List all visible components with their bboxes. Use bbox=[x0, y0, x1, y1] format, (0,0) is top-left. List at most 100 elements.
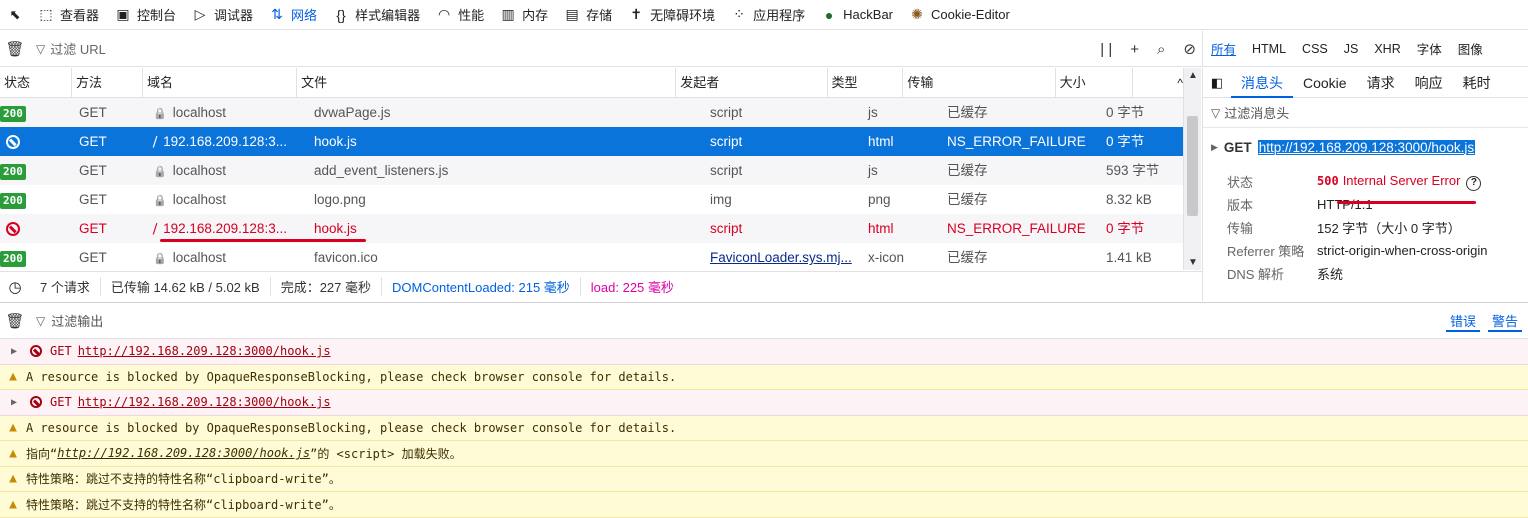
details-tab[interactable]: 消息头 bbox=[1231, 68, 1293, 98]
console-panel: 🗑 ▽ 过滤输出 错误 警告 ▶ GET http://192.168.209.128… bbox=[0, 302, 1528, 518]
domain-text: localhost bbox=[172, 163, 226, 178]
column-header[interactable]: 方法 bbox=[72, 67, 143, 98]
error-icon bbox=[30, 396, 42, 409]
pause-icon[interactable]: | | bbox=[1100, 41, 1112, 58]
tab-application[interactable]: ⁘ 应用程序 bbox=[723, 0, 813, 30]
column-header[interactable]: 类型 bbox=[828, 67, 904, 98]
tab-storage[interactable]: ▤ 存储 bbox=[556, 0, 620, 30]
table-row[interactable]: 200 GET 🔒 localhost favicon.ico FaviconLoader… bbox=[0, 243, 1183, 272]
type-filter-3[interactable]: JS bbox=[1336, 42, 1367, 56]
search-icon[interactable]: ⌕ bbox=[1157, 41, 1165, 58]
help-icon[interactable]: ? bbox=[1466, 175, 1482, 191]
table-row[interactable]: 200 GET 🔒 localhost logo.png img png 已缓存 8.32 kB bbox=[0, 185, 1183, 214]
console-filter-button[interactable]: 错误 bbox=[1445, 311, 1480, 332]
details-tab[interactable]: 响应 bbox=[1405, 73, 1453, 93]
type-filter-2[interactable]: CSS bbox=[1294, 42, 1336, 56]
details-tab[interactable]: 请求 bbox=[1357, 73, 1405, 93]
initiator-text: img bbox=[710, 192, 732, 207]
element-picker-icon[interactable]: ⬉ bbox=[0, 0, 30, 30]
warning-icon: ▲ bbox=[9, 420, 17, 436]
column-header[interactable]: 域名 bbox=[143, 67, 298, 98]
tab-debugger[interactable]: ▷ 调试器 bbox=[184, 0, 261, 30]
scroll-down-icon[interactable]: ▼ bbox=[1188, 257, 1198, 268]
tab-label: 存储 bbox=[586, 8, 613, 23]
expand-arrow-icon[interactable]: ▶ bbox=[1211, 142, 1218, 153]
request-url[interactable]: http://192.168.209.128:3000/hook.js bbox=[1257, 139, 1476, 155]
annotation-underline bbox=[160, 239, 366, 242]
header-field: 传输 152 字节（大小 0 字节） bbox=[1203, 216, 1528, 239]
filter-icon: ▽ bbox=[36, 41, 46, 56]
table-row[interactable]: GET ⧸ 192.168.209.128:3... hook.js script htm… bbox=[0, 127, 1183, 156]
clear-console-icon[interactable]: 🗑 bbox=[0, 312, 30, 330]
annotation-underline bbox=[1337, 201, 1476, 204]
request-url-summary[interactable]: ▶ GET http://192.168.209.128:3000/hook.j… bbox=[1203, 128, 1528, 166]
initiator-cell: script bbox=[706, 127, 864, 156]
tab-memory[interactable]: ▥ 内存 bbox=[492, 0, 556, 30]
tab-label: 样式编辑器 bbox=[355, 8, 421, 23]
insecure-icon: ⧸ bbox=[153, 135, 158, 149]
table-row[interactable]: 200 GET 🔒 localhost dvwaPage.js script js 已缓存 0 … bbox=[0, 98, 1183, 127]
file-cell: dvwaPage.js bbox=[314, 105, 391, 120]
expand-arrow-icon[interactable]: ▶ bbox=[0, 397, 28, 408]
filter-url-input[interactable]: ▽ 过滤 URL bbox=[36, 39, 106, 58]
console-messages: ▶ GET http://192.168.209.128:3000/hook.js ▲… bbox=[0, 339, 1528, 518]
field-key: 状态 bbox=[1227, 175, 1254, 190]
initiator-cell: script bbox=[706, 98, 864, 127]
memory-icon: ▥ bbox=[501, 6, 515, 22]
tab-label: 内存 bbox=[522, 8, 549, 23]
table-row[interactable]: 200 GET 🔒 localhost add_event_listeners.js sc… bbox=[0, 156, 1183, 185]
table-scrollbar[interactable]: ▲ ▼ bbox=[1183, 68, 1201, 270]
tab-inspector[interactable]: ⬚ 查看器 bbox=[30, 0, 107, 30]
scroll-up-icon[interactable]: ▲ bbox=[1188, 70, 1198, 81]
domain-cell: 🔒 localhost bbox=[149, 185, 310, 214]
tab-performance[interactable]: ◠ 性能 bbox=[428, 0, 492, 30]
add-icon[interactable]: + bbox=[1130, 41, 1139, 58]
initiator-text: FaviconLoader.sys.mj... bbox=[710, 250, 852, 265]
expand-arrow-icon[interactable]: ▶ bbox=[0, 346, 28, 357]
column-header[interactable]: 状态 bbox=[0, 67, 72, 98]
tab-accessibility[interactable]: ✝ 无障碍环境 bbox=[620, 0, 723, 30]
type-filter-1[interactable]: HTML bbox=[1244, 42, 1294, 56]
clear-requests-icon[interactable]: 🗑 bbox=[0, 40, 30, 58]
scroll-thumb[interactable] bbox=[1187, 116, 1198, 216]
tab-network[interactable]: ⇅ 网络 bbox=[261, 0, 325, 30]
console-filter-button[interactable]: 警告 bbox=[1487, 311, 1522, 332]
toggle-panel-icon[interactable]: ◧ bbox=[1203, 75, 1231, 91]
console-warning: ▲ 特性策略：跳过不支持的特性名称“clipboard-write”。 bbox=[0, 492, 1528, 518]
resource-link[interactable]: http://192.168.209.128:3000/hook.js bbox=[78, 344, 331, 358]
column-header[interactable]: 大小 bbox=[1056, 67, 1134, 98]
message-text: A resource is blocked by OpaqueResponseB… bbox=[26, 420, 677, 435]
type-filter-6[interactable]: 图像 bbox=[1450, 39, 1491, 58]
cookie-editor-icon: ✺ bbox=[911, 6, 923, 22]
block-icon[interactable]: ⊘ bbox=[1183, 40, 1196, 58]
type-filter-4[interactable]: XHR bbox=[1366, 42, 1408, 56]
filter-headers-input[interactable]: ▽ 过滤消息头 bbox=[1203, 98, 1528, 128]
column-header[interactable]: 文件 bbox=[297, 67, 677, 98]
lock-icon: 🔒 bbox=[153, 108, 167, 120]
field-key: DNS 解析 bbox=[1227, 267, 1285, 282]
network-icon: ⇅ bbox=[271, 6, 283, 22]
file-cell: logo.png bbox=[314, 192, 366, 207]
tab-label: 查看器 bbox=[60, 8, 100, 23]
filter-output-input[interactable]: 过滤输出 bbox=[51, 311, 103, 330]
request-type-filters: 所有 HTML CSS JS XHR 字体 图像 bbox=[1202, 31, 1528, 67]
tab-style-editor[interactable]: {} 样式编辑器 bbox=[325, 0, 428, 30]
initiator-cell[interactable]: FaviconLoader.sys.mj... bbox=[706, 243, 864, 272]
warning-icon: ▲ bbox=[9, 496, 17, 512]
domain-cell: 🔒 localhost bbox=[149, 156, 310, 185]
tab-console[interactable]: ▣ 控制台 bbox=[107, 0, 184, 30]
dom-content-loaded-time: DOMContentLoaded: 215 毫秒 bbox=[382, 277, 581, 296]
resource-link[interactable]: http://192.168.209.128:3000/hook.js bbox=[78, 395, 331, 409]
tab-cookie-editor[interactable]: ✺ Cookie-Editor bbox=[901, 0, 1018, 30]
warning-icon: ▲ bbox=[9, 369, 17, 385]
type-filter-0[interactable]: 所有 bbox=[1203, 39, 1244, 58]
column-header[interactable]: 传输 bbox=[903, 67, 1056, 98]
details-tab[interactable]: Cookie bbox=[1293, 75, 1357, 91]
resource-link[interactable]: http://192.168.209.128:3000/hook.js bbox=[57, 446, 310, 460]
type-filter-5[interactable]: 字体 bbox=[1409, 39, 1450, 58]
column-header[interactable]: 发起者 bbox=[676, 67, 828, 98]
details-tab[interactable]: 耗时 bbox=[1453, 73, 1501, 93]
blocked-icon bbox=[6, 135, 20, 150]
initiator-text: script bbox=[710, 221, 743, 236]
tab-hackbar[interactable]: ● HackBar bbox=[813, 0, 901, 30]
